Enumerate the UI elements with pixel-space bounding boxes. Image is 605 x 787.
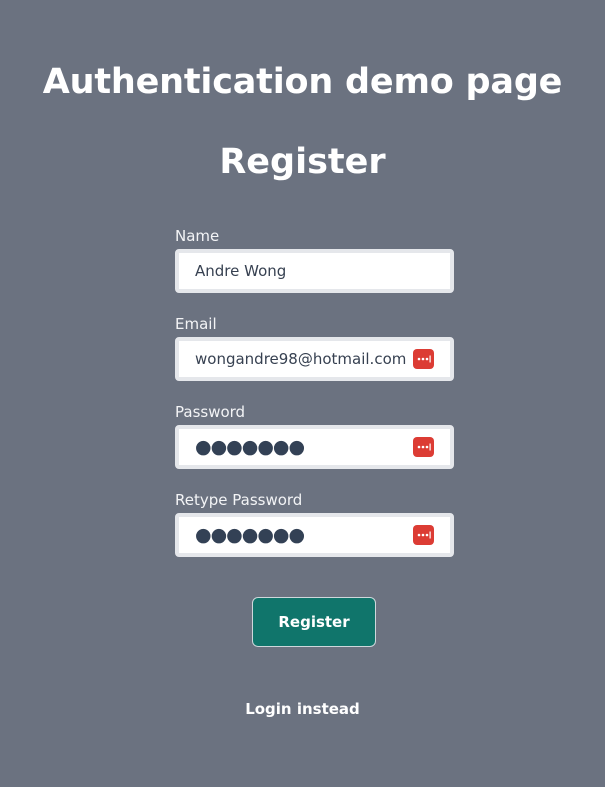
email-field[interactable] xyxy=(195,341,410,377)
password-field[interactable]: ●●●●●●● xyxy=(175,425,454,469)
password-label: Password xyxy=(175,403,246,421)
email-label: Email xyxy=(175,315,217,333)
retype-password-label: Retype Password xyxy=(175,491,303,509)
retype-password-field[interactable]: ●●●●●●● xyxy=(175,513,454,557)
login-instead-link[interactable]: Login instead xyxy=(0,700,605,718)
password-manager-icon[interactable] xyxy=(413,525,434,545)
password-value: ●●●●●●● xyxy=(195,436,305,458)
password-manager-icon[interactable] xyxy=(413,349,434,369)
register-button[interactable]: Register xyxy=(252,597,376,647)
retype-password-value: ●●●●●●● xyxy=(195,524,305,546)
password-manager-icon[interactable] xyxy=(413,437,434,457)
page-title: Authentication demo page xyxy=(42,62,563,102)
name-label: Name xyxy=(175,227,220,245)
name-field-box xyxy=(175,249,454,293)
name-field[interactable] xyxy=(195,253,410,289)
form-title: Register xyxy=(219,142,386,182)
email-field-box xyxy=(175,337,454,381)
